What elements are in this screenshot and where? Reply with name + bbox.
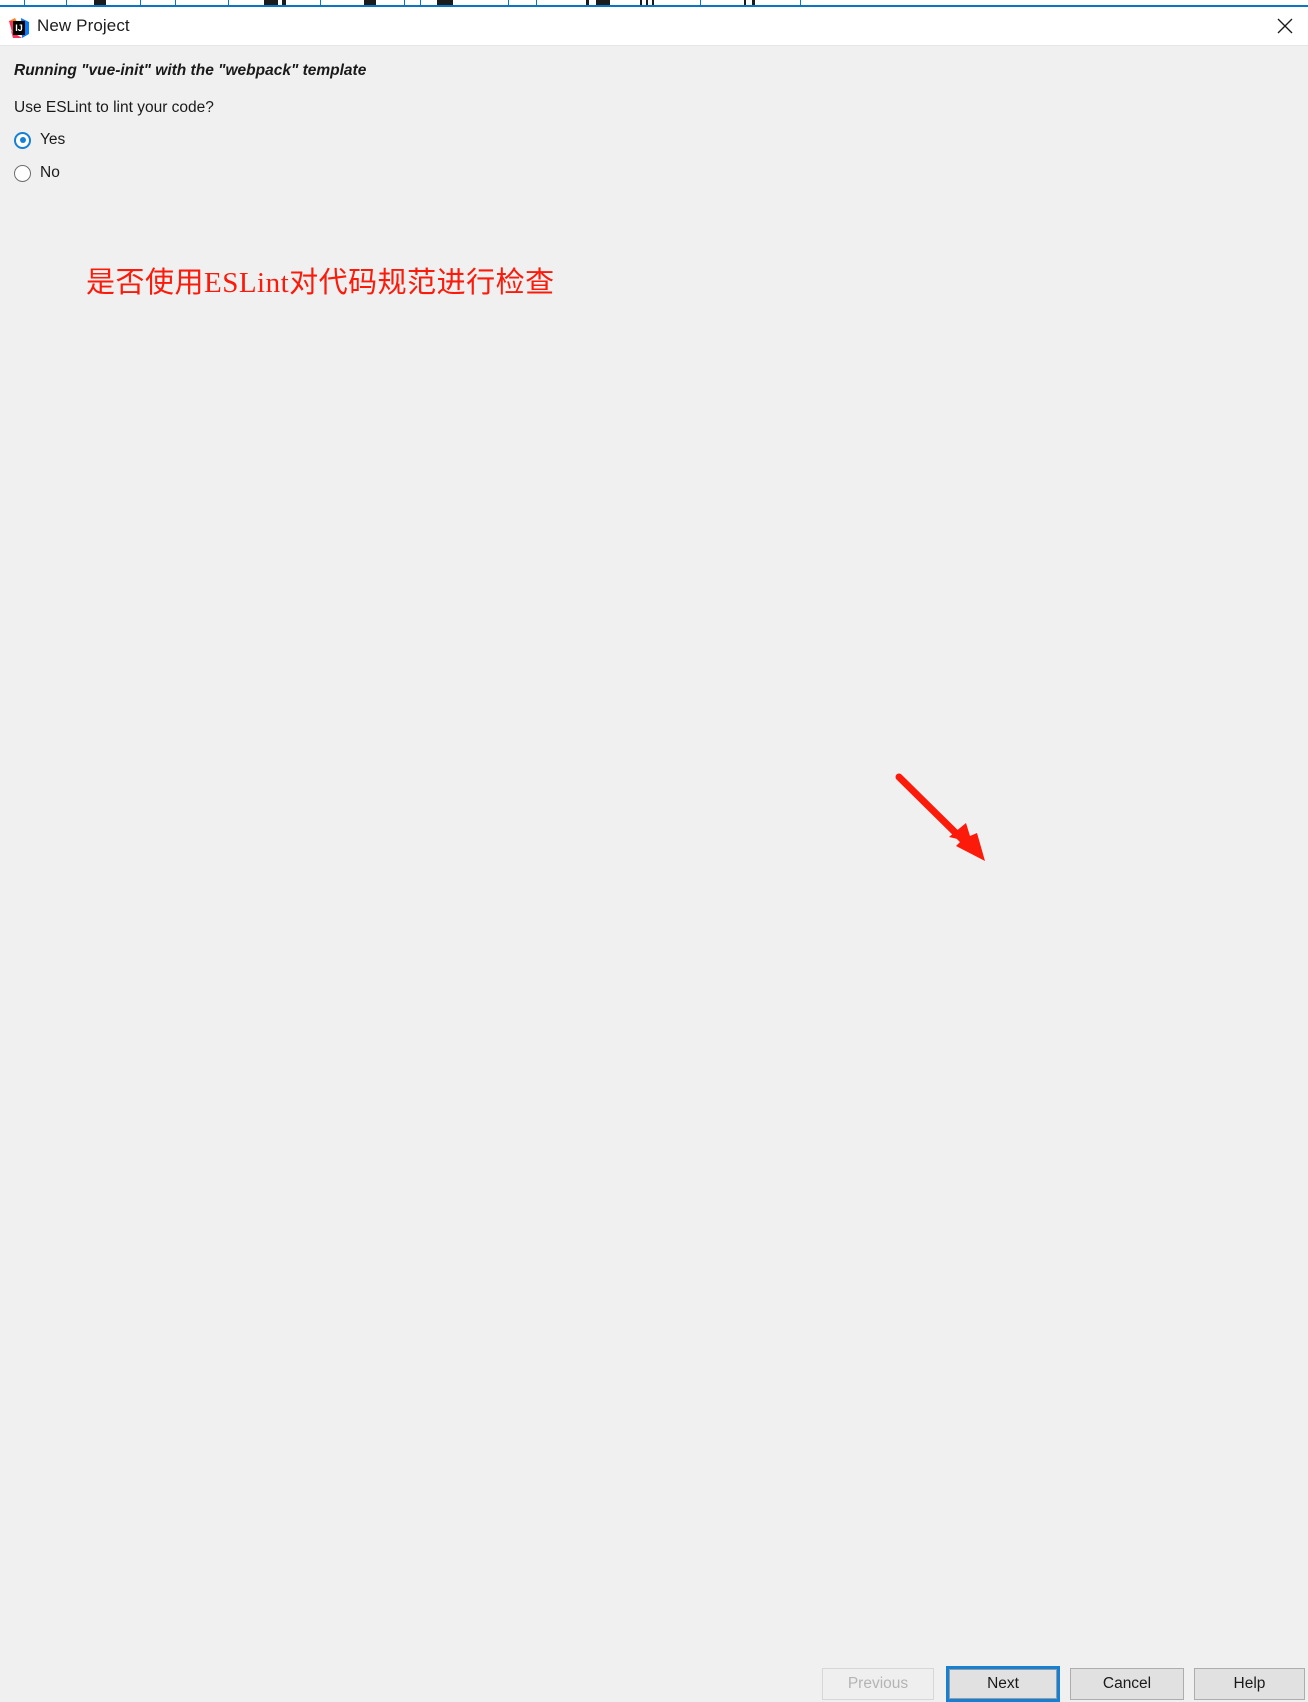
radio-unselected-icon [14,164,31,182]
help-button[interactable]: Help [1194,1668,1305,1700]
running-template-message: Running "vue-init" with the "webpack" te… [14,62,367,79]
radio-option-no-label: No [40,164,60,181]
annotation-text: 是否使用ESLint对代码规范进行检查 [86,267,555,299]
next-button[interactable]: Next [946,1666,1060,1702]
cancel-button[interactable]: Cancel [1070,1668,1184,1700]
window-titlebar: IJ New Project [0,7,1308,46]
dialog-content: Running "vue-init" with the "webpack" te… [0,46,1308,1702]
radio-option-yes[interactable]: Yes [14,128,65,152]
close-icon[interactable] [1262,7,1308,46]
radio-selected-icon [14,131,31,149]
window-title: New Project [37,16,130,35]
svg-text:IJ: IJ [15,23,23,33]
intellij-idea-icon: IJ [9,18,29,38]
dialog-button-bar: Previous Next Cancel Help [0,830,1308,1702]
next-button-label: Next [949,1669,1057,1699]
previous-button: Previous [822,1668,934,1700]
radio-option-no[interactable]: No [14,161,60,185]
background-window-strip [0,0,1308,7]
eslint-question-label: Use ESLint to lint your code? [14,99,214,116]
radio-option-yes-label: Yes [40,131,66,148]
